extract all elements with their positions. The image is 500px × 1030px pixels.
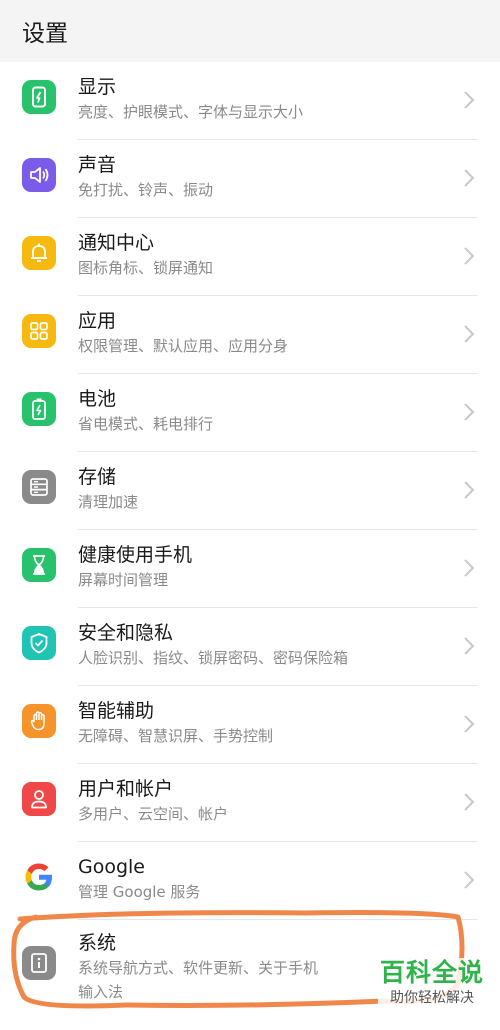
hourglass-icon	[22, 548, 56, 582]
item-title: Google	[78, 856, 146, 878]
item-title: 存储	[78, 466, 117, 488]
chevron-right-icon	[464, 715, 475, 733]
bell-icon	[22, 236, 56, 270]
google-icon	[22, 860, 56, 894]
user-icon	[22, 782, 56, 816]
watermark-title: 百科全说	[377, 958, 486, 988]
hand-icon	[22, 704, 56, 738]
display-icon	[22, 80, 56, 114]
settings-item-digital-balance[interactable]: 健康使用手机 屏幕时间管理	[0, 530, 500, 608]
item-subtitle: 多用户、云空间、帐户	[78, 805, 229, 823]
settings-item-storage[interactable]: 存储 清理加速	[0, 452, 500, 530]
item-subtitle: 管理 Google 服务	[78, 883, 201, 901]
settings-item-notifications[interactable]: 通知中心 图标角标、锁屏通知	[0, 218, 500, 296]
item-title: 应用	[78, 310, 117, 332]
watermark-subtitle: 助你轻松解决	[377, 988, 486, 1008]
item-title: 健康使用手机	[78, 544, 193, 566]
settings-item-battery[interactable]: 电池 省电模式、耗电排行	[0, 374, 500, 452]
item-title: 用户和帐户	[78, 778, 174, 800]
item-title: 智能辅助	[78, 700, 155, 722]
chevron-right-icon	[464, 325, 475, 343]
chevron-right-icon	[464, 403, 475, 421]
item-subtitle: 图标角标、锁屏通知	[78, 259, 214, 277]
chevron-right-icon	[464, 91, 475, 109]
item-subtitle: 亮度、护眼模式、字体与显示大小	[78, 103, 304, 121]
shield-icon	[22, 626, 56, 660]
watermark-logo: 百科全说 助你轻松解决	[377, 958, 486, 1008]
battery-icon	[22, 392, 56, 426]
item-subtitle: 人脸识别、指纹、锁屏密码、密码保险箱	[78, 649, 349, 667]
item-title: 显示	[78, 76, 117, 98]
item-subtitle: 清理加速	[78, 493, 139, 511]
item-subtitle: 省电模式、耗电排行	[78, 415, 214, 433]
page-title: 设置	[22, 21, 68, 47]
chevron-right-icon	[464, 481, 475, 499]
item-title: 通知中心	[78, 232, 155, 254]
settings-item-display[interactable]: 显示 亮度、护眼模式、字体与显示大小	[0, 62, 500, 140]
item-subtitle: 屏幕时间管理	[78, 571, 169, 589]
sound-icon	[22, 158, 56, 192]
item-title: 电池	[78, 388, 117, 410]
chevron-right-icon	[464, 247, 475, 265]
item-subtitle: 无障碍、智慧识屏、手势控制	[78, 727, 274, 745]
settings-item-accessibility[interactable]: 智能辅助 无障碍、智慧识屏、手势控制	[0, 686, 500, 764]
apps-icon	[22, 314, 56, 348]
settings-item-users-accounts[interactable]: 用户和帐户 多用户、云空间、帐户	[0, 764, 500, 842]
settings-item-apps[interactable]: 应用 权限管理、默认应用、应用分身	[0, 296, 500, 374]
item-title: 声音	[78, 154, 117, 176]
item-subtitle: 权限管理、默认应用、应用分身	[78, 337, 289, 355]
chevron-right-icon	[464, 559, 475, 577]
chevron-right-icon	[464, 169, 475, 187]
settings-item-sound[interactable]: 声音 免打扰、铃声、振动	[0, 140, 500, 218]
chevron-right-icon	[464, 793, 475, 811]
settings-item-security[interactable]: 安全和隐私 人脸识别、指纹、锁屏密码、密码保险箱	[0, 608, 500, 686]
settings-list: 显示 亮度、护眼模式、字体与显示大小 声音 免打扰、铃声、振动 通知中心 图标角…	[0, 62, 500, 1030]
chevron-right-icon	[464, 637, 475, 655]
item-title: 安全和隐私	[78, 622, 174, 644]
chevron-right-icon	[464, 871, 475, 889]
settings-header: 设置	[0, 0, 500, 62]
item-subtitle: 免打扰、铃声、振动	[78, 181, 214, 199]
storage-icon	[22, 470, 56, 504]
